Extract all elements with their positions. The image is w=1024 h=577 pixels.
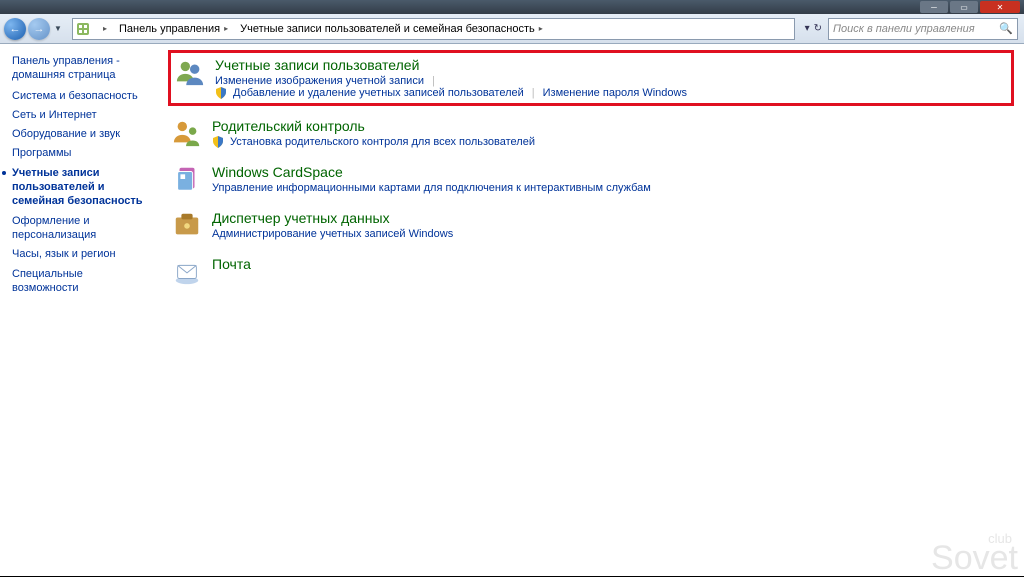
breadcrumb-cp[interactable]: Панель управления▸	[113, 23, 234, 35]
close-button[interactable]: ✕	[980, 1, 1020, 13]
refresh-icon[interactable]: ↻	[814, 23, 822, 34]
search-icon[interactable]: 🔍	[999, 22, 1013, 35]
credentials-icon	[172, 210, 202, 240]
user-accounts-icon	[175, 57, 205, 87]
link-parental-setup[interactable]: Установка родительского контроля для все…	[230, 136, 535, 148]
mail-icon	[172, 256, 202, 286]
sidebar-item-network[interactable]: Сеть и Интернет	[12, 108, 152, 122]
link-credentials-admin[interactable]: Администрирование учетных записей Window…	[212, 228, 453, 240]
breadcrumb-root[interactable]: ▸	[93, 24, 113, 33]
link-cardspace-manage[interactable]: Управление информационными картами для п…	[212, 182, 651, 194]
search-input[interactable]: Поиск в панели управления 🔍	[828, 18, 1018, 40]
sidebar-item-current[interactable]: Учетные записи пользователей и семейная …	[12, 166, 152, 209]
content-area: Панель управления - домашняя страница Си…	[0, 44, 1024, 576]
search-placeholder: Поиск в панели управления	[833, 23, 975, 35]
category-title[interactable]: Почта	[212, 256, 251, 272]
titlebar: ─ ▭ ✕	[0, 0, 1024, 14]
maximize-button[interactable]: ▭	[950, 1, 978, 13]
history-dropdown[interactable]: ▼	[52, 24, 64, 33]
minimize-button[interactable]: ─	[920, 1, 948, 13]
sidebar: Панель управления - домашняя страница Си…	[0, 44, 160, 576]
main-panel: Учетные записи пользователей Изменение и…	[160, 44, 1024, 576]
sidebar-item-ease[interactable]: Специальные возможности	[12, 267, 152, 296]
dropdown-icon[interactable]: ▾	[805, 23, 810, 34]
parental-icon	[172, 118, 202, 148]
back-button[interactable]: ←	[4, 18, 26, 40]
link-add-remove-users[interactable]: Добавление и удаление учетных записей по…	[233, 87, 524, 99]
category-parental: Родительский контроль Установка родитель…	[168, 114, 1014, 152]
control-panel-icon	[75, 21, 91, 37]
sidebar-item-programs[interactable]: Программы	[12, 146, 152, 160]
nav-arrows: ← → ▼	[0, 18, 68, 40]
sidebar-item-clock[interactable]: Часы, язык и регион	[12, 247, 152, 261]
link-change-picture[interactable]: Изменение изображения учетной записи	[215, 75, 424, 87]
cardspace-icon	[172, 164, 202, 194]
link-change-password[interactable]: Изменение пароля Windows	[543, 87, 687, 99]
category-user-accounts: Учетные записи пользователей Изменение и…	[168, 50, 1014, 106]
category-credentials: Диспетчер учетных данных Администрирован…	[168, 206, 1014, 244]
sidebar-item-appearance[interactable]: Оформление и персонализация	[12, 214, 152, 243]
sidebar-item-system[interactable]: Система и безопасность	[12, 89, 152, 103]
breadcrumb-sub[interactable]: Учетные записи пользователей и семейная …	[234, 23, 549, 35]
navbar: ← → ▼ ▸ Панель управления▸ Учетные запис…	[0, 14, 1024, 44]
forward-button[interactable]: →	[28, 18, 50, 40]
sidebar-item-hardware[interactable]: Оборудование и звук	[12, 127, 152, 141]
bullet-icon	[2, 171, 6, 175]
category-mail: Почта	[168, 252, 1014, 290]
category-title[interactable]: Учетные записи пользователей	[215, 57, 687, 73]
shield-icon	[215, 87, 227, 99]
category-cardspace: Windows CardSpace Управление информацион…	[168, 160, 1014, 198]
category-title[interactable]: Родительский контроль	[212, 118, 535, 134]
address-buttons: ▾ ↻	[799, 23, 828, 34]
control-panel-window: ─ ▭ ✕ ← → ▼ ▸ Панель управления▸ Учетные…	[0, 0, 1024, 576]
address-bar[interactable]: ▸ Панель управления▸ Учетные записи поль…	[72, 18, 795, 40]
shield-icon	[212, 136, 224, 148]
watermark: club Sovet	[931, 534, 1018, 572]
category-title[interactable]: Диспетчер учетных данных	[212, 210, 453, 226]
category-title[interactable]: Windows CardSpace	[212, 164, 651, 180]
sidebar-home[interactable]: Панель управления - домашняя страница	[12, 54, 152, 83]
